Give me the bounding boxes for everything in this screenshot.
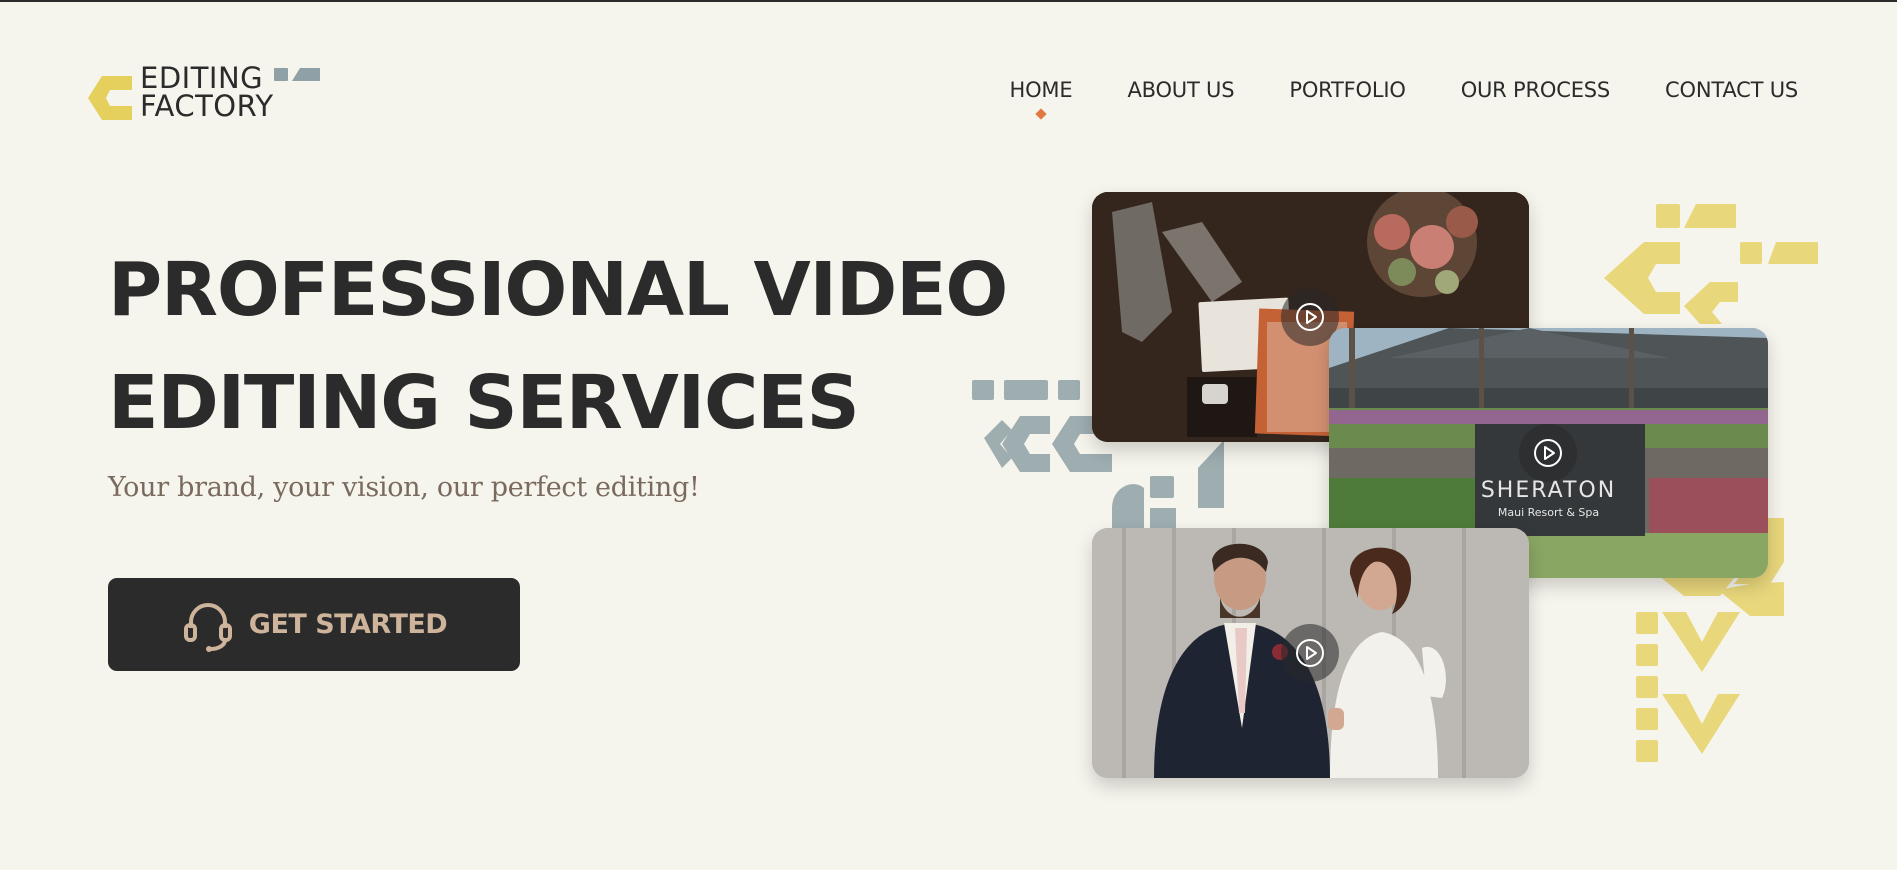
logo-tabs-icon	[274, 68, 320, 81]
sign-subtitle: Maui Resort & Spa	[1497, 506, 1600, 519]
play-button[interactable]	[1281, 624, 1339, 682]
video-card-couple[interactable]	[1092, 528, 1529, 778]
nav-home[interactable]: HOME	[1010, 78, 1073, 102]
play-icon	[1296, 303, 1324, 331]
headset-icon	[183, 602, 232, 652]
get-started-button[interactable]: GET STARTED	[108, 578, 520, 671]
nav-about-us[interactable]: ABOUT US	[1127, 78, 1234, 102]
nav-portfolio[interactable]: PORTFOLIO	[1289, 78, 1406, 102]
logo-line-2: FACTORY	[140, 89, 274, 123]
logo[interactable]: EDITING FACTORY	[88, 64, 328, 124]
play-icon	[1296, 639, 1324, 667]
main-nav: HOME ABOUT US PORTFOLIO OUR PROCESS CONT…	[1010, 78, 1799, 102]
nav-our-process[interactable]: OUR PROCESS	[1461, 78, 1611, 102]
hero-subtitle: Your brand, your vision, our perfect edi…	[108, 472, 700, 503]
play-icon	[1534, 439, 1562, 467]
hero-title-line-1: PROFESSIONAL VIDEO	[108, 247, 1008, 333]
hero-title-line-2: EDITING SERVICES	[108, 360, 860, 446]
get-started-label: GET STARTED	[248, 609, 448, 640]
logo-chevron-icon	[88, 76, 132, 120]
hero-title: PROFESSIONAL VIDEO EDITING SERVICES	[108, 234, 1008, 460]
nav-contact-us[interactable]: CONTACT US	[1665, 78, 1798, 102]
logo-line-1: EDITING	[140, 61, 264, 95]
logo-wordmark: EDITING FACTORY	[140, 61, 274, 123]
play-button[interactable]	[1519, 424, 1577, 482]
